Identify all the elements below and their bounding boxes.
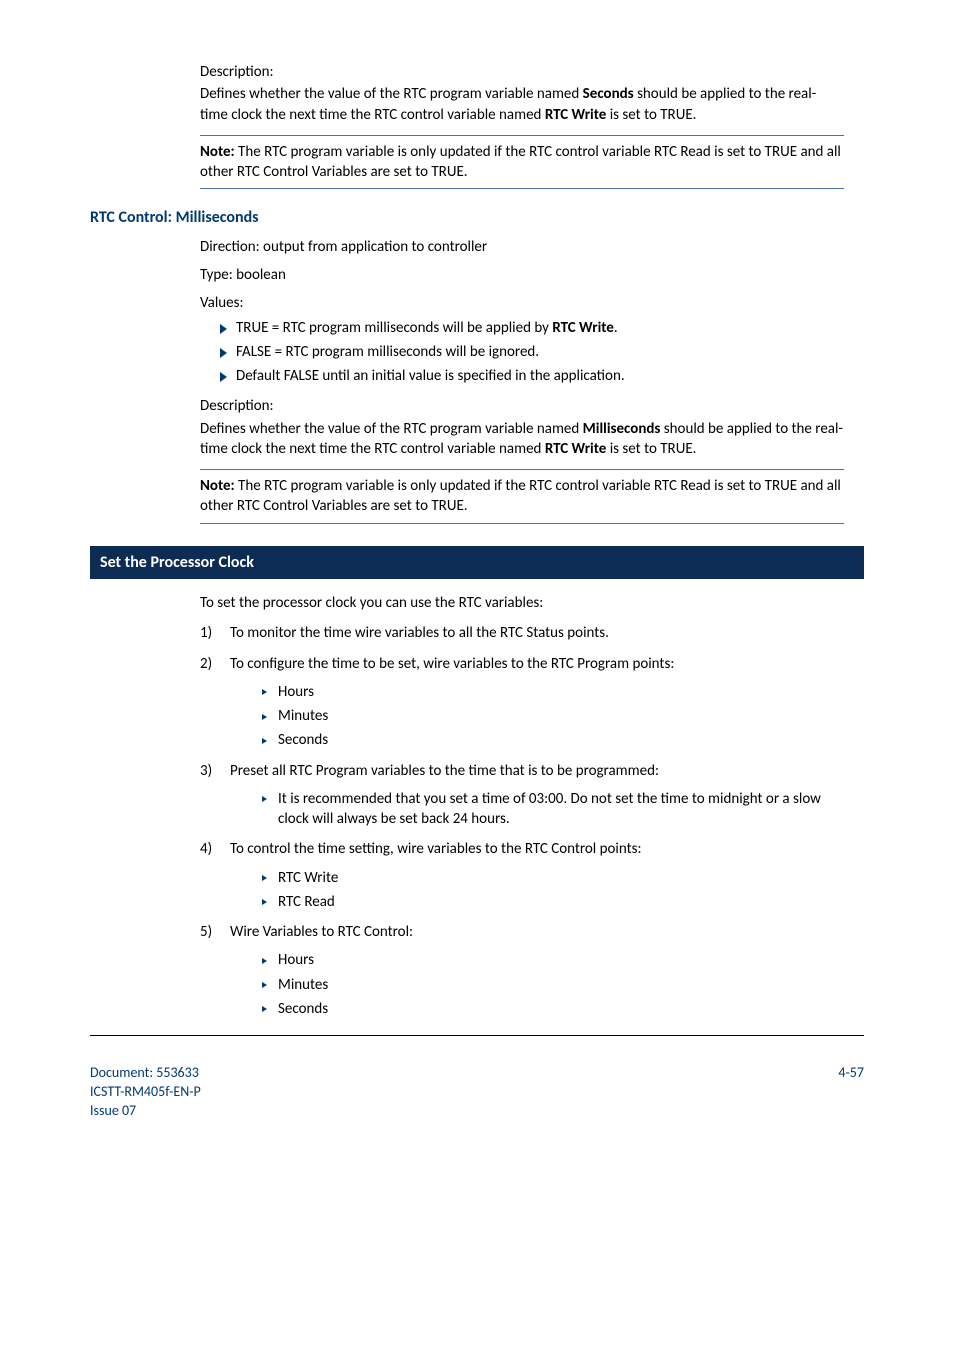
footer-issue: Issue 07	[90, 1102, 201, 1121]
page-footer: Document: 553633 ICSTT-RM405f-EN-P Issue…	[90, 1064, 864, 1121]
type-line: Type: boolean	[200, 265, 844, 285]
value-false: FALSE = RTC program milliseconds will be…	[220, 342, 844, 362]
value-true-c: .	[614, 319, 618, 337]
rtc-write-varname: RTC Write	[545, 440, 607, 458]
step-3-text: Preset all RTC Program variables to the …	[230, 762, 659, 780]
rtc-write-varname: RTC Write	[545, 106, 607, 124]
value-true-a: TRUE = RTC program milliseconds will be …	[236, 319, 552, 337]
values-list: TRUE = RTC program milliseconds will be …	[200, 318, 844, 387]
description-label: Description:	[200, 396, 844, 416]
milliseconds-section: Direction: output from application to co…	[200, 237, 844, 524]
step-4-sublist: RTC Write RTC Read	[242, 868, 844, 913]
step-2-num: 2)	[200, 654, 212, 674]
footer-page-number: 4-57	[838, 1064, 864, 1083]
step-4-num: 4)	[200, 839, 212, 859]
footer-doc-block: Document: 553633 ICSTT-RM405f-EN-P Issue…	[90, 1064, 201, 1121]
step-5-hours: Hours	[262, 950, 844, 970]
note-box: Note: The RTC program variable is only u…	[200, 135, 844, 190]
step-1: 1) To monitor the time wire variables to…	[200, 623, 844, 643]
step-2-seconds: Seconds	[262, 730, 844, 750]
note-box: Note: The RTC program variable is only u…	[200, 469, 844, 524]
step-2: 2) To configure the time to be set, wire…	[200, 654, 844, 751]
step-2-hours: Hours	[262, 682, 844, 702]
step-5-num: 5)	[200, 922, 212, 942]
desc-part-c: is set to TRUE.	[606, 440, 696, 458]
previous-section-tail: Description: Defines whether the value o…	[200, 62, 844, 189]
footer-doc-id: ICSTT-RM405f-EN-P	[90, 1083, 201, 1102]
step-3-sublist: It is recommended that you set a time of…	[242, 789, 844, 830]
step-2-sublist: Hours Minutes Seconds	[242, 682, 844, 751]
procedure-list: 1) To monitor the time wire variables to…	[200, 623, 844, 1019]
step-3-num: 3)	[200, 761, 212, 781]
step-5-seconds: Seconds	[262, 999, 844, 1019]
note-body: The RTC program variable is only updated…	[200, 477, 841, 515]
step-1-num: 1)	[200, 623, 212, 643]
note-body: The RTC program variable is only updated…	[200, 143, 841, 181]
step-4-rtc-read: RTC Read	[262, 892, 844, 912]
values-label: Values:	[200, 293, 844, 313]
value-default: Default FALSE until an initial value is …	[220, 366, 844, 386]
step-2-minutes: Minutes	[262, 706, 844, 726]
description-label: Description:	[200, 62, 844, 82]
desc-part-c: is set to TRUE.	[606, 106, 696, 124]
set-processor-clock-section: To set the processor clock you can use t…	[200, 593, 844, 1019]
step-5-text: Wire Variables to RTC Control:	[230, 923, 413, 941]
footer-doc-number: Document: 553633	[90, 1064, 201, 1083]
step-3-recommendation: It is recommended that you set a time of…	[262, 789, 844, 830]
desc-part-a: Defines whether the value of the RTC pro…	[200, 420, 583, 438]
note-label: Note:	[200, 143, 235, 161]
step-5: 5) Wire Variables to RTC Control: Hours …	[200, 922, 844, 1019]
value-true-b: RTC Write	[552, 319, 614, 337]
intro-line: To set the processor clock you can use t…	[200, 593, 844, 613]
step-4: 4) To control the time setting, wire var…	[200, 839, 844, 912]
step-4-rtc-write: RTC Write	[262, 868, 844, 888]
step-4-text: To control the time setting, wire variab…	[230, 840, 642, 858]
description-body: Defines whether the value of the RTC pro…	[200, 84, 844, 125]
step-2-text: To configure the time to be set, wire va…	[230, 655, 674, 673]
heading-set-processor-clock: Set the Processor Clock	[90, 546, 864, 580]
direction-line: Direction: output from application to co…	[200, 237, 844, 257]
desc-part-a: Defines whether the value of the RTC pro…	[200, 85, 583, 103]
step-3: 3) Preset all RTC Program variables to t…	[200, 761, 844, 830]
step-5-sublist: Hours Minutes Seconds	[242, 950, 844, 1019]
note-label: Note:	[200, 477, 235, 495]
value-true: TRUE = RTC program milliseconds will be …	[220, 318, 844, 338]
description-body: Defines whether the value of the RTC pro…	[200, 419, 844, 460]
seconds-varname: Seconds	[583, 85, 634, 103]
heading-rtc-control-milliseconds: RTC Control: Milliseconds	[90, 207, 864, 229]
step-5-minutes: Minutes	[262, 975, 844, 995]
step-1-text: To monitor the time wire variables to al…	[230, 624, 609, 642]
milliseconds-varname: Milliseconds	[583, 420, 661, 438]
footer-rule	[90, 1035, 864, 1036]
